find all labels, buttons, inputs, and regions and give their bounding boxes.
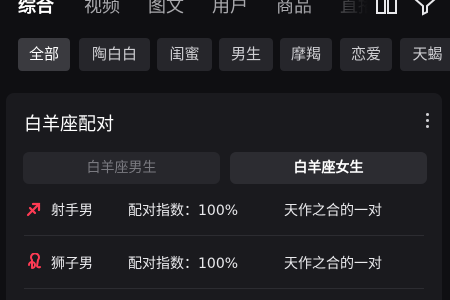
match-row[interactable]: 狮子男 配对指数：100% 天作之合的一对 bbox=[6, 244, 442, 284]
chip-bestie[interactable]: 闺蜜 bbox=[157, 38, 212, 71]
card-title: 白羊座配对 bbox=[24, 114, 114, 135]
tab-fade-overlay bbox=[300, 0, 380, 26]
segment-aries-female[interactable]: 白羊座女生 bbox=[230, 152, 427, 184]
match-desc: 天作之合的一对 bbox=[284, 203, 382, 219]
tab-image-text[interactable]: 图文 bbox=[148, 0, 184, 18]
top-tab-bar: 综合 视频 图文 用户 商品 直播 bbox=[0, 0, 450, 28]
filter-icon[interactable] bbox=[414, 0, 436, 16]
tab-comprehensive[interactable]: 综合 bbox=[18, 0, 54, 18]
match-card: 白羊座配对 白羊座男生 白羊座女生 射手男 配对指数：100% 天作之合的一对 … bbox=[6, 93, 442, 300]
tab-video[interactable]: 视频 bbox=[84, 0, 120, 18]
leo-icon bbox=[26, 252, 42, 271]
segment-aries-male[interactable]: 白羊座男生 bbox=[23, 152, 220, 184]
row-divider bbox=[24, 235, 424, 236]
match-sign: 射手男 bbox=[51, 203, 93, 219]
more-vertical-icon[interactable] bbox=[424, 113, 430, 133]
tab-user[interactable]: 用户 bbox=[212, 0, 248, 18]
match-score: 配对指数：100% bbox=[128, 256, 239, 272]
chip-love[interactable]: 恋爱 bbox=[340, 38, 392, 71]
match-row[interactable]: 射手男 配对指数：100% 天作之合的一对 bbox=[6, 191, 442, 231]
sagittarius-icon bbox=[26, 200, 42, 218]
column-view-icon[interactable] bbox=[376, 0, 398, 16]
chip-boys[interactable]: 男生 bbox=[219, 38, 273, 71]
match-desc: 天作之合的一对 bbox=[284, 256, 382, 272]
match-score: 配对指数：100% bbox=[128, 203, 239, 219]
chip-all[interactable]: 全部 bbox=[18, 38, 70, 71]
chip-capricorn[interactable]: 摩羯 bbox=[280, 38, 332, 71]
row-divider bbox=[24, 288, 424, 289]
chip-taobaibai[interactable]: 陶白白 bbox=[79, 38, 150, 71]
chip-scorpio[interactable]: 天蝎 bbox=[400, 38, 450, 71]
match-sign: 狮子男 bbox=[51, 256, 93, 272]
filter-chip-row: 全部 陶白白 闺蜜 男生 摩羯 恋爱 天蝎 bbox=[0, 38, 450, 72]
